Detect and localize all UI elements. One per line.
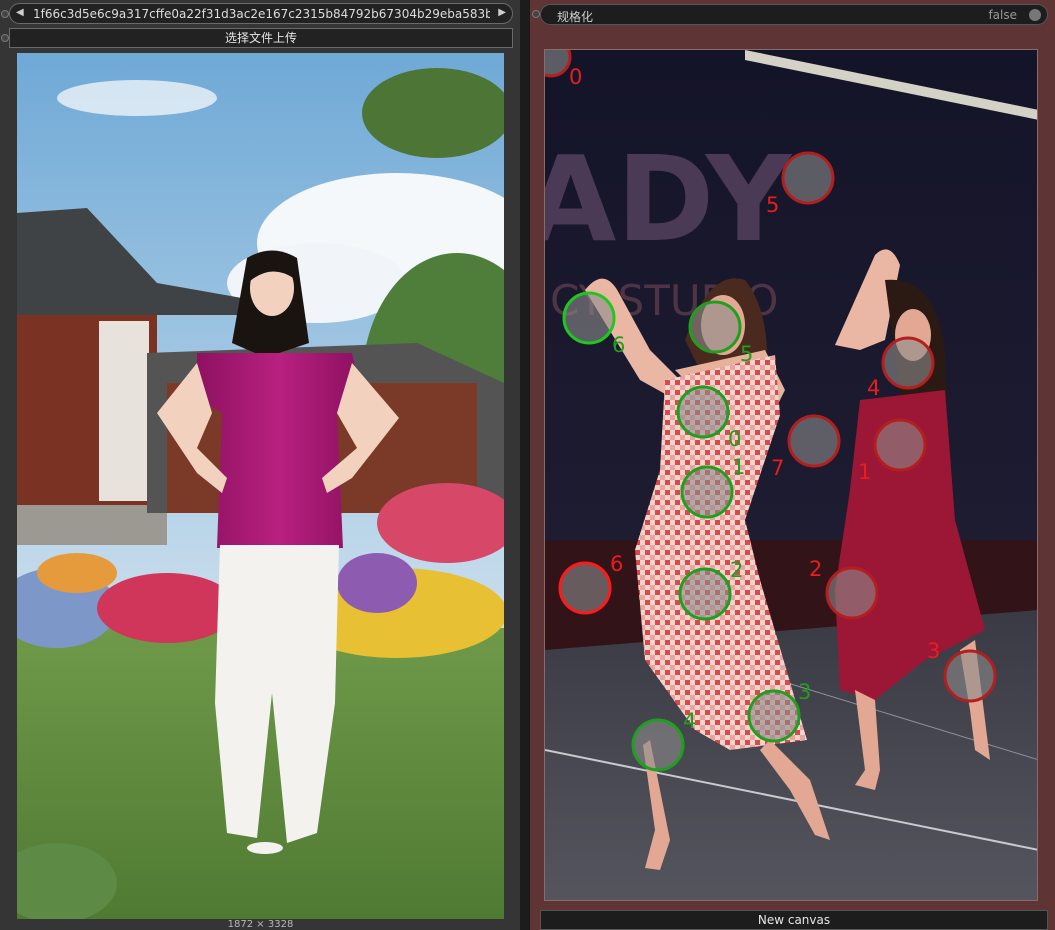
keypoint-red-marker[interactable] (558, 561, 612, 615)
load-image-node: ◀ 1f66c3d5e6c9a317cffe0a22f31d3ac2e167c2… (0, 0, 520, 930)
keypoint-red-marker[interactable] (781, 151, 835, 205)
keypoint-green-label: 6 (612, 333, 625, 357)
keypoint-green-label: 4 (683, 709, 696, 733)
keypoint-green-marker[interactable] (678, 567, 732, 621)
keypoint-red-label: 4 (867, 376, 880, 400)
keypoint-red-marker[interactable] (881, 336, 935, 390)
pose-editor-node: 规格化 false ADY CY STUDIO 0 5 6 4 7 1 2 3 … (530, 0, 1055, 930)
next-arrow-icon[interactable]: ▶ (498, 7, 506, 18)
keypoint-red-label: 5 (766, 193, 779, 217)
image-filename: 1f66c3d5e6c9a317cffe0a22f31d3ac2e167c231… (33, 7, 490, 21)
pose-canvas[interactable]: ADY CY STUDIO 0 5 6 4 7 1 2 3 6 5 0 1 2 … (544, 49, 1038, 901)
input-slot-dot[interactable] (1, 34, 9, 42)
input-slot-dot[interactable] (1, 10, 9, 18)
keypoint-green-marker[interactable] (562, 291, 616, 345)
normalize-label: 规格化 (557, 10, 594, 24)
backdrop-sign-text: ADY (545, 130, 793, 268)
pose-canvas-svg[interactable]: ADY CY STUDIO 0 5 6 4 7 1 2 3 6 5 0 1 2 … (545, 50, 1038, 901)
normalize-toggle[interactable]: 规格化 false (540, 4, 1048, 25)
toggle-knob-icon[interactable] (1029, 9, 1041, 21)
keypoint-red-label: 0 (569, 65, 582, 89)
keypoint-green-marker[interactable] (747, 689, 801, 743)
prev-arrow-icon[interactable]: ◀ (16, 7, 24, 18)
image-preview (17, 53, 504, 919)
keypoint-red-marker[interactable] (943, 649, 997, 703)
keypoint-green-marker[interactable] (631, 718, 685, 772)
keypoint-green-label: 5 (740, 342, 753, 366)
keypoint-green-label: 0 (728, 427, 741, 451)
node-gap (520, 0, 530, 930)
keypoint-red-marker[interactable] (825, 566, 879, 620)
normalize-value: false (988, 8, 1017, 22)
keypoint-green-label: 1 (732, 455, 745, 479)
keypoint-green-label: 3 (798, 680, 811, 704)
keypoint-red-label: 7 (771, 456, 784, 480)
keypoint-red-marker[interactable] (787, 414, 841, 468)
image-dimensions-label: 1872 × 3328 (227, 919, 294, 930)
keypoint-green-marker[interactable] (688, 300, 742, 354)
keypoint-red-label: 6 (610, 552, 623, 576)
choose-file-upload-button[interactable]: 选择文件上传 (9, 28, 513, 48)
keypoint-red-label: 2 (809, 557, 822, 581)
keypoint-red-label: 1 (858, 460, 871, 484)
keypoint-green-marker[interactable] (680, 465, 734, 519)
image-file-combo[interactable]: ◀ 1f66c3d5e6c9a317cffe0a22f31d3ac2e167c2… (9, 3, 513, 24)
keypoint-green-label: 2 (730, 558, 743, 582)
input-slot-dot[interactable] (532, 10, 540, 18)
new-canvas-button[interactable]: New canvas (540, 910, 1048, 930)
keypoint-red-marker[interactable] (873, 418, 927, 472)
keypoint-green-marker[interactable] (676, 385, 730, 439)
keypoint-red-label: 3 (927, 639, 940, 663)
